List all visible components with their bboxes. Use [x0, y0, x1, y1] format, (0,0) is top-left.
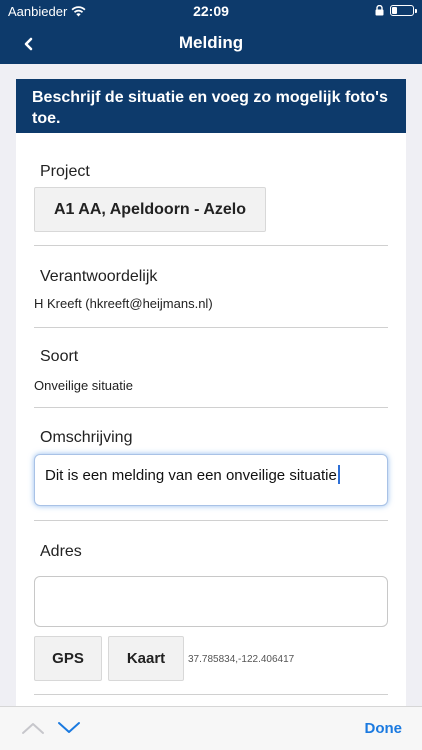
done-button[interactable]: Done — [365, 720, 403, 737]
adres-input[interactable] — [34, 576, 388, 627]
gps-button[interactable]: GPS — [34, 636, 102, 681]
soort-label: Soort — [40, 348, 79, 365]
divider — [34, 694, 388, 695]
verantwoordelijk-label: Verantwoordelijk — [40, 268, 158, 285]
form-card: Beschrijf de situatie en voeg zo mogelij… — [16, 79, 406, 707]
instruction-banner: Beschrijf de situatie en voeg zo mogelij… — [16, 79, 406, 133]
battery-icon — [390, 5, 417, 16]
previous-field-button[interactable] — [20, 717, 46, 739]
keyboard-toolbar: Done — [0, 706, 422, 750]
kaart-button[interactable]: Kaart — [108, 636, 184, 681]
divider — [34, 407, 388, 408]
verantwoordelijk-value: H Kreeft (hkreeft@heijmans.nl) — [34, 296, 213, 311]
omschrijving-label: Omschrijving — [40, 429, 133, 446]
status-right — [375, 5, 417, 16]
omschrijving-input-text: Dit is een melding van een onveilige sit… — [45, 465, 340, 484]
divider — [34, 520, 388, 521]
next-field-button[interactable] — [56, 717, 82, 739]
divider — [34, 327, 388, 328]
chevron-down-icon — [58, 722, 80, 733]
soort-value[interactable]: Onveilige situatie — [34, 378, 133, 393]
status-time: 22:09 — [193, 3, 229, 19]
project-label: Project — [40, 163, 90, 180]
gps-coordinates: 37.785834,-122.406417 — [188, 654, 295, 665]
status-bar: Aanbieder 22:09 — [0, 0, 422, 22]
orientation-lock-icon — [375, 5, 384, 16]
divider — [34, 245, 388, 246]
project-select-button[interactable]: A1 AA, Apeldoorn - Azelo — [34, 187, 266, 232]
top-bar: Aanbieder 22:09 Melding — [0, 0, 422, 64]
chevron-up-icon — [22, 723, 44, 734]
text-caret — [337, 465, 340, 484]
navigation-bar: Melding — [0, 22, 422, 64]
omschrijving-input[interactable]: Dit is een melding van een onveilige sit… — [34, 454, 388, 506]
adres-label: Adres — [40, 543, 82, 560]
page-title: Melding — [178, 33, 244, 52]
